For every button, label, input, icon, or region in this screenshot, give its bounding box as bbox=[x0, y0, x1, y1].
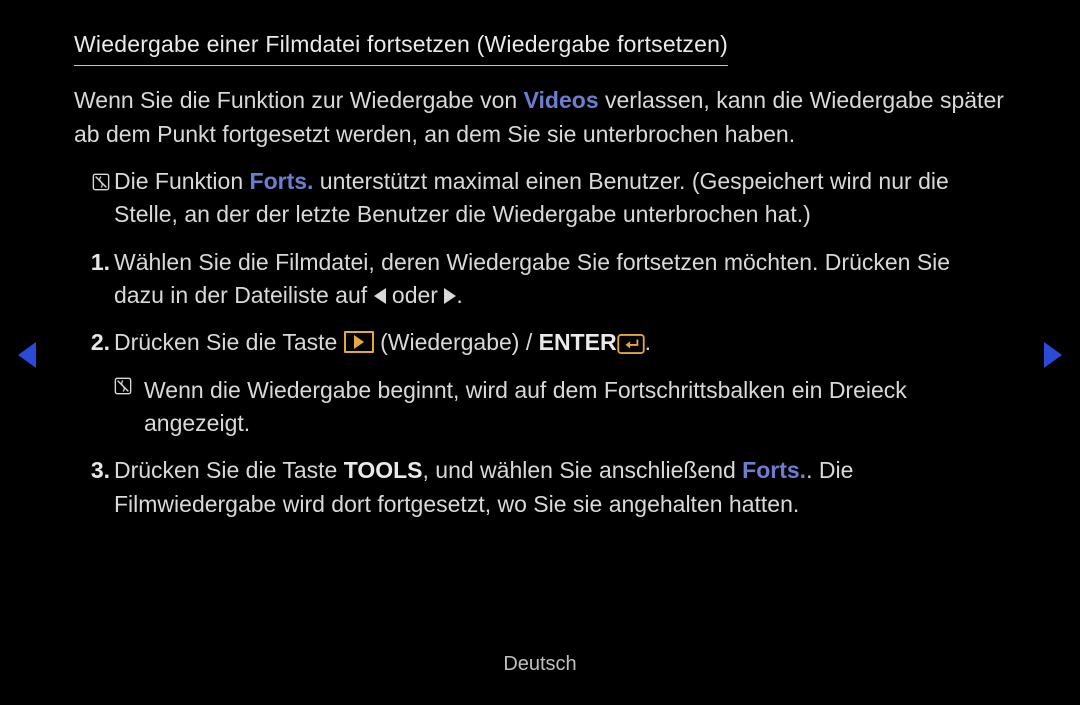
step-1-or: oder bbox=[386, 282, 445, 308]
note-icon-marker bbox=[74, 165, 110, 198]
intro-text-1: Wenn Sie die Funktion zur Wiedergabe von bbox=[74, 87, 524, 113]
step-1: 1. Wählen Sie die Filmdatei, deren Wiede… bbox=[114, 246, 1006, 313]
left-arrow-icon bbox=[374, 288, 386, 304]
step-2-note-text: Wenn die Wiedergabe beginnt, wird auf de… bbox=[144, 377, 907, 436]
step-2-text-2: (Wiedergabe) / bbox=[374, 329, 539, 355]
page-title: Wiedergabe einer Filmdatei fortsetzen (W… bbox=[74, 28, 728, 66]
intro-highlight: Videos bbox=[524, 87, 599, 113]
step-2-end: . bbox=[645, 329, 651, 355]
step-3-highlight: Forts. bbox=[742, 457, 806, 483]
step-2-enter: ENTER bbox=[539, 329, 617, 355]
note-item-1: Die Funktion Forts. unterstützt maximal … bbox=[114, 165, 1006, 232]
page: Wiedergabe einer Filmdatei fortsetzen (W… bbox=[0, 0, 1080, 705]
content-area: Wiedergabe einer Filmdatei fortsetzen (W… bbox=[74, 28, 1006, 521]
enter-icon bbox=[617, 334, 645, 354]
step-2-marker: 2. bbox=[74, 326, 110, 359]
step-3: 3. Drücken Sie die Taste TOOLS, und wähl… bbox=[114, 454, 1006, 521]
play-button-icon bbox=[344, 331, 374, 353]
step-1-text-1: Wählen Sie die Filmdatei, deren Wiederga… bbox=[114, 249, 950, 308]
right-arrow-icon bbox=[444, 288, 456, 304]
note1-highlight: Forts. bbox=[250, 168, 314, 194]
step-3-tools: TOOLS bbox=[344, 457, 423, 483]
nav-prev-arrow[interactable] bbox=[18, 342, 36, 368]
step-2-note: Wenn die Wiedergabe beginnt, wird auf de… bbox=[114, 374, 1006, 441]
footer-language: Deutsch bbox=[0, 650, 1080, 679]
note-icon bbox=[92, 173, 110, 191]
note-icon bbox=[114, 377, 132, 395]
step-3-marker: 3. bbox=[74, 454, 110, 487]
step-1-marker: 1. bbox=[74, 246, 110, 279]
step-1-end: . bbox=[456, 282, 462, 308]
step-3-text-2: , und wählen Sie anschließend bbox=[423, 457, 743, 483]
intro-paragraph: Wenn Sie die Funktion zur Wiedergabe von… bbox=[74, 84, 1006, 151]
step-3-text-1: Drücken Sie die Taste bbox=[114, 457, 344, 483]
nav-next-arrow[interactable] bbox=[1044, 342, 1062, 368]
step-2: 2. Drücken Sie die Taste (Wiedergabe) / … bbox=[114, 326, 1006, 440]
note1-text-1: Die Funktion bbox=[114, 168, 250, 194]
items-list: Die Funktion Forts. unterstützt maximal … bbox=[74, 165, 1006, 521]
step-2-text-1: Drücken Sie die Taste bbox=[114, 329, 344, 355]
